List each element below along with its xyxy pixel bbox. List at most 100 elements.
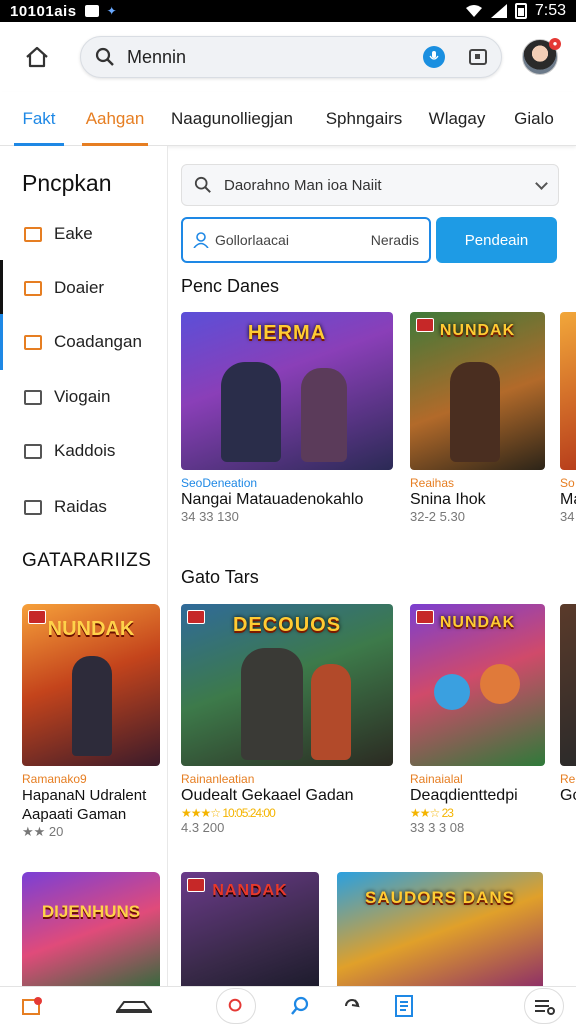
character-figure: [434, 674, 470, 710]
section-title: Gato Tars: [181, 567, 259, 587]
game-cover-title: HERMA: [247, 322, 327, 344]
character-figure: [311, 664, 351, 760]
status-bar: 10101ais ✦ 7:53: [0, 0, 576, 22]
segment-control[interactable]: Gollorlaacai Neradis: [181, 217, 431, 263]
game-card[interactable]: NANDAK: [181, 872, 319, 986]
character-figure: [221, 362, 281, 462]
game-card[interactable]: NUNDAK Ramanako9 HapanaN Udralent Aapaat…: [22, 604, 160, 840]
game-cover-image: NANDAK: [181, 872, 319, 986]
app-notification-icon: ✦: [106, 4, 117, 18]
nav-home-button[interactable]: [0, 987, 64, 1024]
edit-icon: [24, 389, 42, 405]
nav-games-button[interactable]: [64, 987, 204, 1024]
game-cover-title: NUNDAK: [439, 614, 516, 631]
sidebar-item-viogain[interactable]: Viogain: [0, 377, 168, 417]
search-icon: [228, 998, 242, 1011]
category-tabs: Fakt Aahgan Naagunolliegjan Sphngairs Wl…: [0, 92, 576, 146]
game-title: Ma: [560, 491, 576, 508]
game-cover-image: HERMA: [181, 312, 393, 470]
battery-icon: [514, 3, 527, 19]
game-rating: ★★ 20: [22, 824, 64, 839]
game-tag: Rainanleatian: [181, 772, 255, 786]
signal-icon: [490, 4, 507, 18]
game-card[interactable]: DIJENHUNS: [22, 872, 160, 992]
game-card[interactable]: HERMA SeoDeneation Nangai Matauadenokahl…: [181, 312, 393, 524]
nav-explore-button[interactable]: [268, 987, 332, 1024]
sidebar-item-eake[interactable]: Eake: [0, 214, 168, 254]
search-icon: [95, 47, 114, 66]
game-cover-image: NUNDAK: [22, 604, 160, 766]
game-tag: Reaihas: [410, 476, 455, 490]
sidebar-item-label: Kaddois: [54, 441, 116, 460]
search-icon: [291, 996, 309, 1015]
game-cover-title: NUNDAK: [47, 618, 135, 640]
game-title: Oudealt Gekaael Gadan: [181, 787, 354, 804]
game-card[interactable]: So Ma 34: [560, 312, 576, 524]
tab-gialo[interactable]: Gialo: [498, 92, 570, 146]
home-button[interactable]: [14, 34, 60, 80]
game-cover-title: NANDAK: [212, 882, 288, 899]
sidebar-item-kaddois[interactable]: Kaddois: [0, 431, 168, 471]
sidebar-item-label: Raidas: [54, 497, 107, 516]
bottom-nav: [0, 986, 576, 1024]
character-figure: [241, 648, 303, 760]
segment-right-label[interactable]: Neradis: [371, 232, 419, 248]
character-figure: [72, 656, 112, 756]
game-cover-image: SAUDORS DANS: [337, 872, 543, 986]
sidebar-item-raidas[interactable]: Raidas: [0, 487, 168, 527]
nav-library-button[interactable]: [372, 987, 436, 1024]
search-icon: [194, 176, 211, 193]
active-marker: [0, 314, 3, 370]
sidebar-title: Pncpkan: [22, 170, 112, 196]
main-content: Daorahno Man ioa Naiit Gollorlaacai Nera…: [168, 146, 576, 986]
sidebar-item-label: Eake: [54, 224, 93, 243]
search-bar[interactable]: Mennin: [80, 36, 502, 78]
settings-pill: [524, 987, 564, 1024]
game-card[interactable]: DECOUOS Rainanleatian Oudealt Gekaael Ga…: [181, 604, 393, 835]
game-card[interactable]: NUNDAK Reaihas Snina Ihok 32-2 5.30: [410, 312, 545, 524]
table-icon: [24, 499, 42, 515]
sidebar-item-doaier[interactable]: Doaier: [0, 260, 168, 316]
game-title: Nangai Matauadenokahlo: [181, 491, 364, 508]
tab-aahgan[interactable]: Aahgan: [78, 92, 152, 146]
nav-refresh-button[interactable]: [332, 987, 372, 1024]
game-cover-image: [560, 312, 576, 470]
nav-settings-button[interactable]: [512, 987, 576, 1024]
filter-dropdown-value: Daorahno Man ioa Naiit: [224, 176, 382, 194]
rating-stars: ★★☆ 23: [410, 806, 454, 820]
avatar[interactable]: ●: [522, 38, 561, 75]
game-cover-title: DECOUOS: [232, 614, 342, 636]
tab-fakt[interactable]: Fakt: [0, 92, 78, 146]
tab-naagunolliegjan[interactable]: Naagunolliegjan: [152, 92, 312, 146]
game-tag: So: [560, 476, 575, 490]
cast-icon[interactable]: [469, 49, 487, 65]
tab-wlagay[interactable]: Wlagay: [416, 92, 498, 146]
sidebar-item-coadangan[interactable]: Coadangan: [0, 314, 168, 370]
selection-marker: [0, 260, 3, 316]
game-title: Deaqdienttedpi: [410, 787, 518, 804]
search-query[interactable]: Mennin: [127, 47, 423, 68]
sidebar: Pncpkan Eake Doaier Coadangan Viogain Ka…: [0, 146, 168, 992]
game-card[interactable]: NUNDAK Rainaialal Deaqdienttedpi ★★☆ 23 …: [410, 604, 545, 835]
sidebar-section-title: GATARARIIZS: [22, 550, 152, 571]
sidebar-item-label: Coadangan: [54, 332, 142, 351]
tab-sphngairs[interactable]: Sphngairs: [312, 92, 416, 146]
filter-dropdown[interactable]: Daorahno Man ioa Naiit: [181, 164, 559, 206]
game-card[interactable]: SAUDORS DANS: [337, 872, 543, 986]
voice-search-button[interactable]: [423, 46, 445, 68]
game-meta: 34 33 130: [181, 509, 239, 524]
game-title: Gc: [560, 787, 576, 804]
mic-icon: [429, 51, 439, 60]
primary-button[interactable]: Pendeain: [436, 217, 557, 263]
edit-icon: [24, 443, 42, 459]
segment-left-label[interactable]: Gollorlaacai: [215, 232, 289, 248]
refresh-icon: [345, 998, 360, 1007]
nav-search-button[interactable]: [204, 987, 268, 1024]
character-figure: [480, 664, 520, 704]
settings-list-icon: [535, 999, 555, 1015]
section-title: Penc Danes: [181, 276, 280, 296]
calendar-icon: [24, 226, 42, 242]
game-tag: Rainaialal: [410, 772, 463, 786]
game-card[interactable]: Re Gc: [560, 604, 576, 805]
game-cover-title: DIJENHUNS: [41, 902, 141, 921]
